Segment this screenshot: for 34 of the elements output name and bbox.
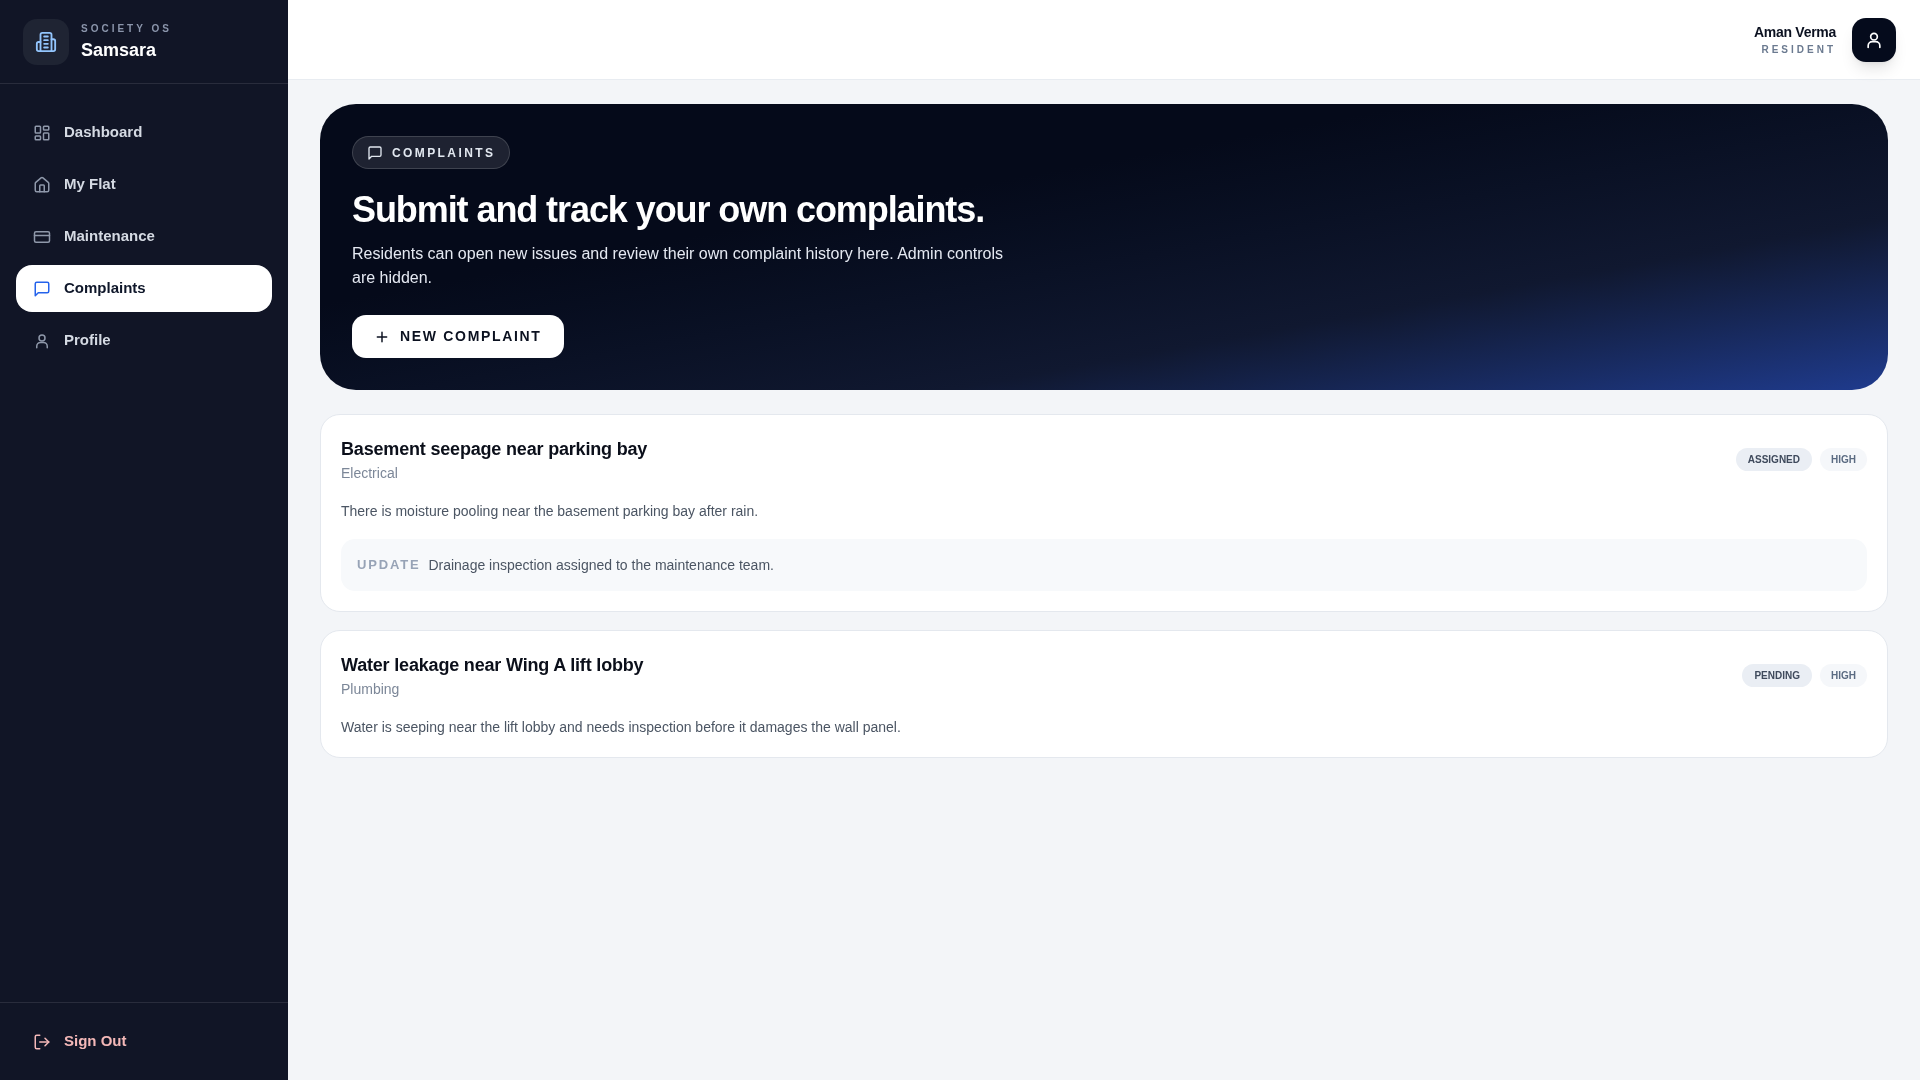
building-icon <box>23 18 69 65</box>
new-complaint-button[interactable]: NEW COMPLAINT <box>352 315 564 358</box>
nav-item[interactable]: My Flat <box>16 161 272 208</box>
hero-title: Submit and track your own complaints. <box>352 188 985 232</box>
update-text: Drainage inspection assigned to the maintenance team. <box>428 555 774 575</box>
status-badge: PENDING <box>1742 664 1812 687</box>
complaint-description: There is moisture pooling near the basement parking bay after rain. <box>341 502 760 521</box>
sign-out-button[interactable]: Sign Out <box>16 1018 272 1065</box>
nav-item[interactable]: Complaints <box>16 265 272 312</box>
nav-item[interactable]: Dashboard <box>16 109 272 156</box>
badge-label: COMPLAINTS <box>392 144 496 162</box>
speech-bubble-icon <box>33 279 51 298</box>
brand-eyebrow: SOCIETY OS <box>81 21 172 36</box>
complaint-category: Plumbing <box>341 680 401 699</box>
person-icon <box>33 331 51 350</box>
sign-out-icon <box>33 1032 51 1051</box>
complaint-title: Water leakage near Wing A lift lobby <box>341 654 644 677</box>
complaint-category: Electrical <box>341 464 399 483</box>
hero-description: Residents can open new issues and review their own complaint history here. Admin controls are hidden. <box>352 244 1004 288</box>
user-role: RESIDENT <box>1761 42 1836 57</box>
user-name: Aman Verma <box>1753 22 1836 41</box>
grid-icon <box>33 123 51 142</box>
complaint-title: Basement seepage near parking bay <box>341 438 648 461</box>
priority-badge: HIGH <box>1820 664 1867 687</box>
avatar-icon[interactable] <box>1852 17 1896 62</box>
priority-badge: HIGH <box>1820 448 1867 471</box>
status-badge: ASSIGNED <box>1735 448 1812 471</box>
house-icon <box>33 175 51 194</box>
complaint-description: Water is seeping near the lift lobby and needs inspection before it damages the wall panel. <box>341 718 902 737</box>
speech-bubble-icon <box>367 144 383 161</box>
nav-item[interactable]: Maintenance <box>16 213 272 260</box>
nav-item[interactable]: Profile <box>16 317 272 364</box>
brand-name: Samsara <box>81 38 158 62</box>
update-label: UPDATE <box>357 556 421 575</box>
